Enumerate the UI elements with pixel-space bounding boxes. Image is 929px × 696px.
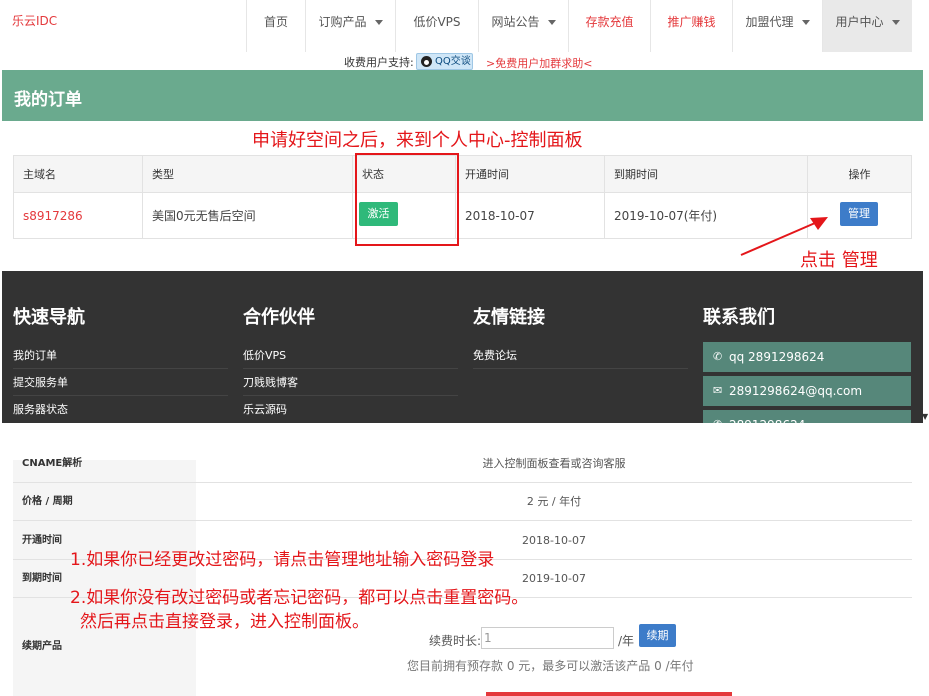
- chevron-down-icon: [374, 20, 383, 25]
- footer-link-source[interactable]: 乐云源码: [243, 401, 287, 417]
- phone-icon: ✆: [713, 410, 722, 423]
- contact-qq-text: qq 2891298624: [729, 350, 825, 364]
- support-bar: 收费用户支持: QQ交谈 >免费用户加群求助<: [0, 52, 929, 70]
- chevron-down-icon: [547, 20, 556, 25]
- nav-deposit[interactable]: 存款充值: [568, 0, 650, 52]
- nav-home-label: 首页: [263, 15, 288, 29]
- chevron-down-icon: [801, 20, 810, 25]
- scroll-down-icon[interactable]: ▼: [922, 412, 928, 421]
- renew-balance-note: 您目前拥有预存款 0 元，最多可以激活该产品 0 /年付: [407, 659, 694, 673]
- free-group-link[interactable]: >免费用户加群求助<: [486, 55, 592, 71]
- annotation-step2: 2.如果你没有改过密码或者忘记密码，都可以点击重置密码。: [70, 588, 529, 608]
- table-row: CNAME解析 进入控制面板查看或咨询客服: [13, 457, 912, 483]
- order-domain-link[interactable]: s8917286: [23, 209, 83, 223]
- annotation-click-manage: 点击 管理: [800, 250, 878, 271]
- footer-divider: [473, 368, 688, 369]
- orders-table-header: 主域名 类型 状态 开通时间 到期时间 操作: [14, 156, 911, 193]
- footer-link-submit-ticket[interactable]: 提交服务单: [13, 374, 68, 390]
- manage-button[interactable]: 管理: [840, 202, 878, 226]
- mail-icon: ✉: [713, 384, 723, 397]
- renew-unit: /年: [618, 634, 635, 648]
- nav-cheap-vps-label: 低价VPS: [413, 15, 461, 29]
- order-type-cell: 美国0元无售后空间: [142, 193, 352, 239]
- qq-chat-button[interactable]: QQ交谈: [416, 53, 473, 70]
- row-value-cname: 进入控制面板查看或咨询客服: [482, 457, 626, 470]
- nav-agent[interactable]: 加盟代理: [732, 0, 822, 52]
- nav-order-products-label: 订购产品: [318, 15, 367, 29]
- footer-friendlinks-title: 友情链接: [473, 307, 545, 328]
- row-label-price: 价格 / 周期: [13, 483, 196, 520]
- col-expires: 到期时间: [604, 156, 807, 193]
- annotation-step1: 1.如果你已经更改过密码，请点击管理地址输入密码登录: [70, 550, 495, 570]
- annotation-step3: 然后再点击直接登录，进入控制面板。: [80, 612, 369, 632]
- nav-order-products[interactable]: 订购产品: [305, 0, 395, 52]
- orders-header-band: 我的订单: [2, 70, 923, 121]
- col-action: 操作: [807, 156, 911, 193]
- col-opened: 开通时间: [455, 156, 604, 193]
- footer-divider: [243, 368, 458, 369]
- footer-link-server-status[interactable]: 服务器状态: [13, 401, 68, 417]
- footer-contact-title: 联系我们: [703, 307, 775, 328]
- page-title: 我的订单: [14, 90, 82, 110]
- nav-cheap-vps[interactable]: 低价VPS: [395, 0, 478, 52]
- row-label-cname: CNAME解析: [13, 459, 196, 482]
- row-value-price: 2 元 / 年付: [526, 495, 582, 508]
- footer-link-cheap-vps[interactable]: 低价VPS: [243, 347, 286, 363]
- screenshot-root: 乐云IDC 首页 订购产品 低价VPS 网站公告 存款充值 推广赚钱 加盟代理 …: [0, 0, 929, 696]
- footer-divider: [243, 395, 458, 396]
- footer-divider: [13, 395, 228, 396]
- renew-duration-input[interactable]: 1: [481, 627, 614, 649]
- status-highlight-box: [355, 153, 459, 246]
- renew-button[interactable]: 续期: [639, 624, 676, 647]
- nav-user-center[interactable]: 用户中心: [822, 0, 912, 52]
- site-logo[interactable]: 乐云IDC: [12, 12, 57, 29]
- bottom-red-button-edge[interactable]: [486, 692, 732, 696]
- contact-email[interactable]: ✉ 2891298624@qq.com: [703, 376, 911, 406]
- contact-email-text: 2891298624@qq.com: [729, 384, 863, 398]
- nav-home[interactable]: 首页: [246, 0, 305, 52]
- top-navbar: 乐云IDC 首页 订购产品 低价VPS 网站公告 存款充值 推广赚钱 加盟代理 …: [0, 0, 929, 52]
- nav-referral[interactable]: 推广赚钱: [650, 0, 732, 52]
- col-type: 类型: [142, 156, 352, 193]
- nav-referral-label: 推广赚钱: [667, 15, 716, 29]
- nav-announcements[interactable]: 网站公告: [478, 0, 568, 52]
- contact-qq[interactable]: ✆ qq 2891298624: [703, 342, 911, 372]
- support-label: 收费用户支持:: [344, 56, 414, 69]
- annotation-top: 申请好空间之后，来到个人中心-控制面板: [252, 130, 583, 151]
- nav-agent-label: 加盟代理: [745, 15, 794, 29]
- qq-penguin-icon: [421, 56, 432, 67]
- screenshot-gap: [0, 423, 929, 460]
- order-opened-cell: 2018-10-07: [455, 193, 604, 239]
- footer-quicknav-title: 快速导航: [13, 307, 85, 328]
- footer-link-blog[interactable]: 刀贱贱博客: [243, 374, 298, 390]
- footer-partners-title: 合作伙伴: [243, 307, 315, 328]
- phone-icon: ✆: [713, 350, 723, 363]
- renew-duration-label: 续费时长:: [429, 634, 482, 648]
- chevron-down-icon: [891, 20, 900, 25]
- footer-link-my-orders[interactable]: 我的订单: [13, 347, 57, 363]
- footer-divider: [13, 368, 228, 369]
- table-row: 价格 / 周期 2 元 / 年付: [13, 483, 912, 521]
- nav-user-center-label: 用户中心: [835, 15, 884, 29]
- nav-deposit-label: 存款充值: [585, 15, 634, 29]
- nav-announcements-label: 网站公告: [491, 15, 540, 29]
- footer-link-forum[interactable]: 免费论坛: [473, 347, 517, 363]
- qq-chat-label: QQ交谈: [435, 56, 471, 67]
- col-domain: 主域名: [23, 168, 56, 181]
- contact-phone[interactable]: ✆ 2891298624: [703, 410, 911, 423]
- order-domain-cell: s8917286: [14, 193, 142, 239]
